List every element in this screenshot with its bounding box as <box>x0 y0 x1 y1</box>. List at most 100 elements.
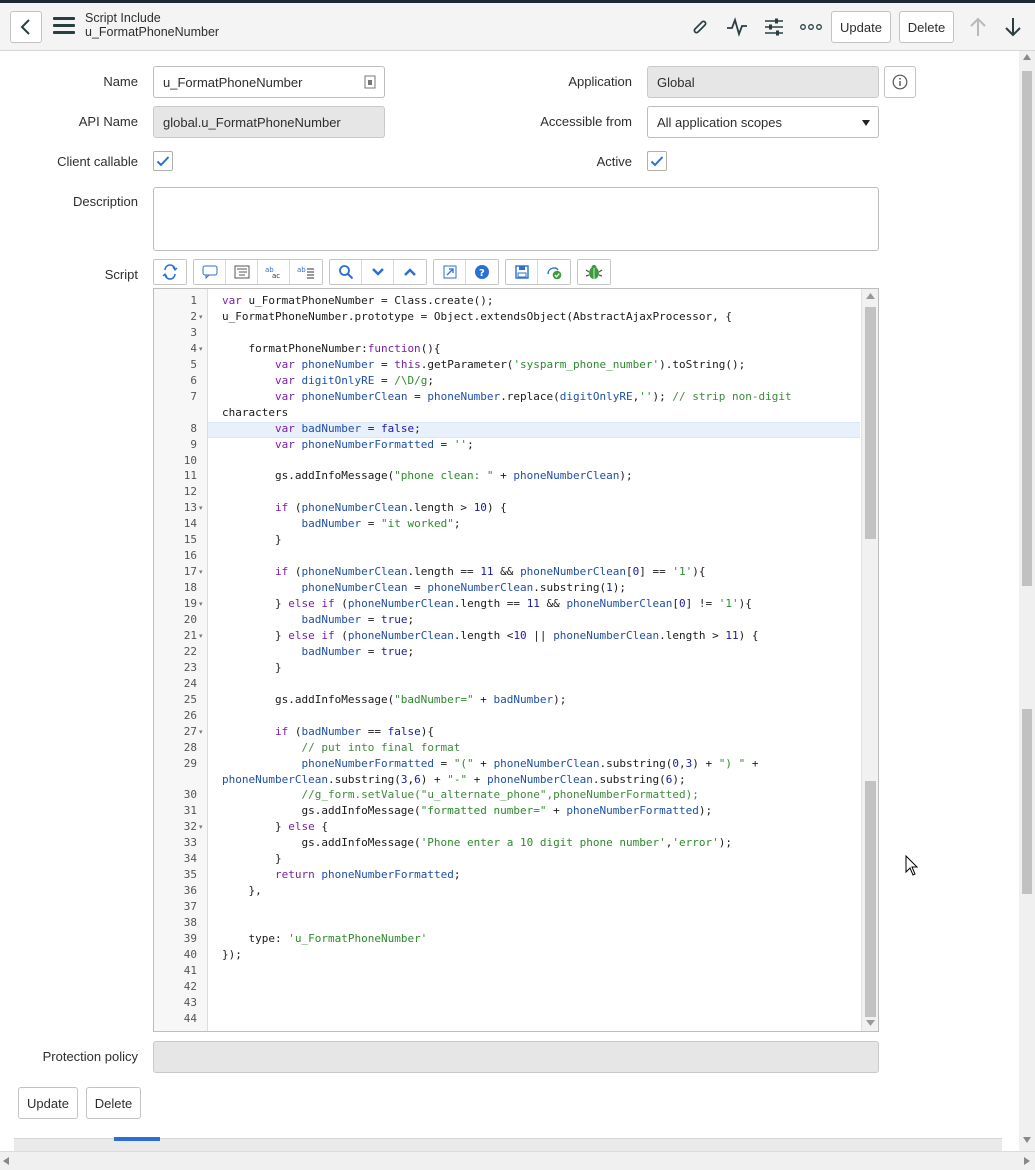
bug-icon <box>585 265 603 279</box>
delete-button-header[interactable]: Delete <box>899 11 954 43</box>
fullscreen-button[interactable] <box>434 260 466 284</box>
line-number-gutter: 1 2 ▾ 3 4 ▾ 5 6 7 8 9 10 11 12 13 ▾ 14 15 16 17 ▾ 18 19 ▾ 20 21 ▾ 2… <box>154 289 208 1031</box>
save-button[interactable] <box>506 260 538 284</box>
hamburger-menu-icon[interactable] <box>53 17 75 35</box>
application-info-button[interactable] <box>884 66 916 98</box>
line-number: 34 <box>183 852 197 866</box>
fold-toggle-icon[interactable]: ▾ <box>199 728 203 736</box>
comment-selected-button[interactable] <box>194 260 226 284</box>
page-scroll-thumb[interactable] <box>1022 71 1032 586</box>
fold-toggle-icon[interactable]: ▾ <box>199 345 203 353</box>
code-line: var badNumber = false; <box>274 421 421 435</box>
code-line: badNumber = "it worked"; <box>301 517 461 531</box>
line-number: 11 <box>183 469 197 483</box>
line-number: 17 <box>183 565 197 579</box>
client-callable-label: Client callable <box>57 154 138 169</box>
replace-icon: abac <box>265 266 280 279</box>
line-number: 38 <box>183 916 197 930</box>
script-editor[interactable]: 1 2 ▾ 3 4 ▾ 5 6 7 8 9 10 11 12 13 ▾ 14 15 16 17 ▾ 18 19 ▾ 20 21 ▾ 2… <box>153 288 879 1032</box>
script-editor-toolbar: ab ac ab ? <box>153 259 617 285</box>
settings-sliders-icon[interactable] <box>762 15 786 39</box>
line-number: 15 <box>183 533 197 547</box>
arrow-down-icon[interactable] <box>1001 15 1025 39</box>
line-number: 3 <box>190 325 197 339</box>
format-code-button[interactable] <box>226 260 258 284</box>
line-number: 42 <box>183 979 197 993</box>
code-line: } else if (phoneNumberClean.length <10 |… <box>222 628 759 642</box>
accessible-from-select[interactable]: All application scopes <box>647 106 879 138</box>
toggle-syntax-editor-button[interactable] <box>154 260 186 284</box>
line-number: 31 <box>183 804 197 818</box>
protection-policy-field[interactable] <box>153 1041 879 1073</box>
save-icon <box>514 265 529 279</box>
code-line: var digitOnlyRE = /\D/g; <box>274 373 434 387</box>
name-field[interactable]: u_FormatPhoneNumber <box>153 66 385 98</box>
fold-toggle-icon[interactable]: ▾ <box>199 823 203 831</box>
page-horizontal-scrollbar[interactable] <box>0 1151 1035 1170</box>
page-scroll-thumb-lower[interactable] <box>1022 709 1032 894</box>
replace-button[interactable]: ab ac <box>258 260 290 284</box>
code-line: if (phoneNumberClean.length == 11 && pho… <box>274 565 706 579</box>
search-button[interactable] <box>330 260 362 284</box>
line-number: 32 <box>183 820 197 834</box>
comment-icon <box>202 265 217 279</box>
fold-toggle-icon[interactable]: ▾ <box>199 568 203 576</box>
script-validate-button[interactable] <box>538 260 570 284</box>
page-scroll-down-icon <box>1023 1137 1031 1143</box>
replace-all-button[interactable]: ab <box>290 260 322 284</box>
format-code-icon <box>234 265 249 279</box>
line-number: 14 <box>183 517 197 531</box>
more-icon[interactable] <box>799 15 823 39</box>
editor-scroll-thumb-lower[interactable] <box>865 781 876 1017</box>
activity-icon[interactable] <box>725 15 749 39</box>
update-button-header[interactable]: Update <box>831 11 891 43</box>
code-line: } else { <box>222 820 328 834</box>
find-next-button[interactable] <box>362 260 394 284</box>
code-line: } <box>222 533 282 547</box>
back-button[interactable] <box>10 11 42 43</box>
delete-button-footer[interactable]: Delete <box>86 1087 141 1119</box>
description-textarea[interactable] <box>153 187 879 251</box>
paperclip-icon[interactable] <box>688 15 712 39</box>
script-label: Script <box>104 267 138 282</box>
page-vertical-scrollbar[interactable] <box>1019 51 1035 1151</box>
code-line: }, <box>222 884 262 898</box>
code-line: phoneNumberClean = phoneNumberClean.subs… <box>301 581 627 595</box>
script-debugger-button[interactable] <box>578 260 610 284</box>
code-line: badNumber = true; <box>301 613 415 626</box>
client-callable-checkbox[interactable] <box>153 151 173 171</box>
code-line: // put into final format <box>301 740 461 754</box>
editor-scroll-thumb[interactable] <box>865 307 876 539</box>
field-lookup-icon <box>364 75 376 89</box>
fold-toggle-icon[interactable]: ▾ <box>199 632 203 640</box>
line-number: 28 <box>183 740 197 754</box>
line-number: 33 <box>183 836 197 850</box>
help-button[interactable]: ? <box>466 260 498 284</box>
find-previous-button[interactable] <box>394 260 426 284</box>
fold-toggle-icon[interactable]: ▾ <box>199 313 203 321</box>
fold-toggle-icon[interactable]: ▾ <box>199 504 203 512</box>
active-checkbox[interactable] <box>647 151 667 171</box>
validate-icon <box>547 267 562 280</box>
code-line: phoneNumberFormatted = "(" + phoneNumber… <box>301 756 759 770</box>
line-number: 8 <box>190 421 197 435</box>
code-line: gs.addInfoMessage("formatted number=" + … <box>222 804 713 818</box>
scroll-down-arrow-icon <box>866 1020 875 1026</box>
update-button-footer[interactable]: Update <box>18 1087 78 1119</box>
editor-vertical-scrollbar[interactable] <box>861 289 878 1031</box>
line-number: 7 <box>190 389 197 403</box>
fold-toggle-icon[interactable]: ▾ <box>199 600 203 608</box>
code-line: characters <box>222 405 289 419</box>
arrow-up-icon[interactable] <box>966 15 990 39</box>
checkmark-icon <box>156 156 170 167</box>
svg-text:ac: ac <box>272 272 280 279</box>
form-title: Script Include u_FormatPhoneNumber <box>85 11 219 39</box>
related-lists-tabs[interactable] <box>14 1137 1002 1151</box>
chevron-down-icon <box>371 268 384 276</box>
accessible-from-label: Accessible from <box>540 114 632 129</box>
line-number: 29 <box>183 756 197 770</box>
active-label: Active <box>596 154 632 169</box>
code-area[interactable]: var u_FormatPhoneNumber = Class.create()… <box>208 289 860 1031</box>
line-number: 5 <box>190 357 197 371</box>
help-icon: ? <box>475 265 489 279</box>
